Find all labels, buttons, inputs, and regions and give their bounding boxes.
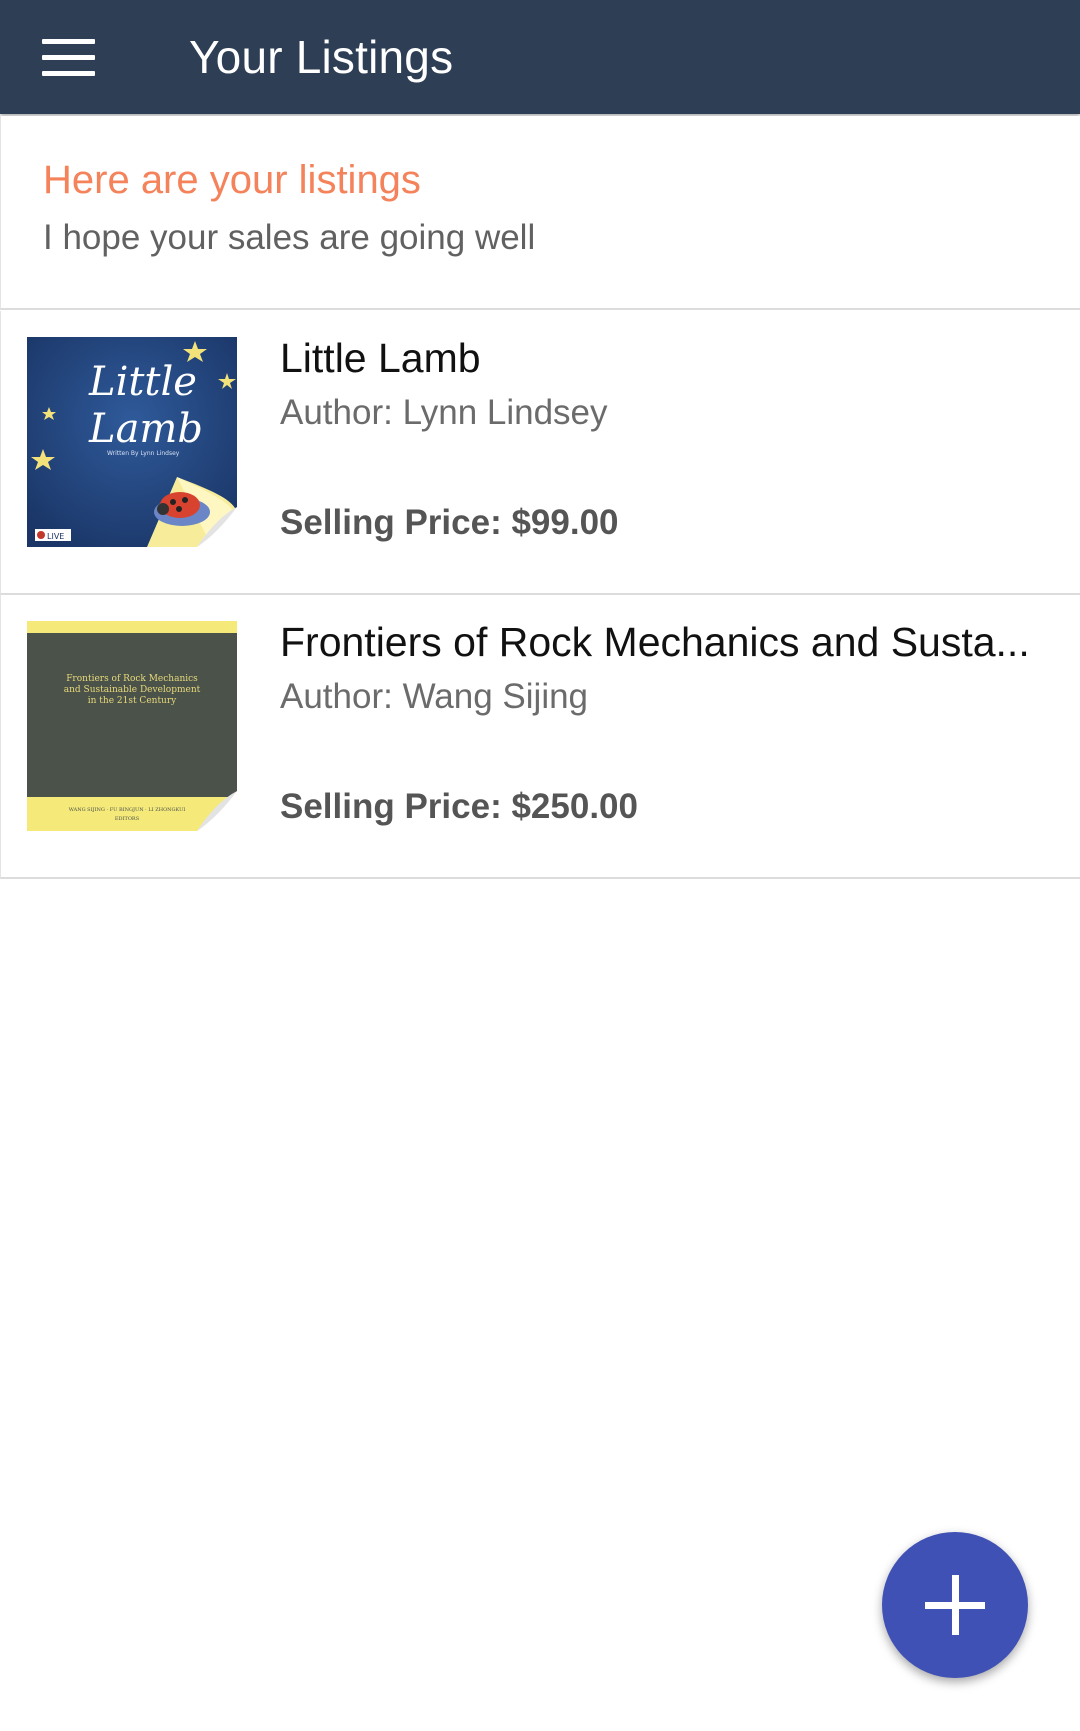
cover-text: in the 21st Century bbox=[88, 696, 177, 706]
toolbar: Your Listings bbox=[0, 0, 1080, 114]
cover-text: Lamb bbox=[88, 406, 203, 452]
listings-header-card: Here are your listings I hope your sales… bbox=[0, 116, 1080, 310]
cover-publisher: LIVE bbox=[47, 532, 64, 541]
add-listing-button[interactable] bbox=[882, 1532, 1028, 1678]
listing-author: Author: Wang Sijing bbox=[280, 677, 589, 716]
listing-title: Frontiers of Rock Mechanics and Susta... bbox=[280, 619, 1030, 665]
listing-author: Author: Lynn Lindsey bbox=[280, 393, 608, 432]
rock-mechanics-cover-art: Frontiers of Rock Mechanics and Sustaina… bbox=[27, 621, 237, 831]
listing-title: Little Lamb bbox=[280, 335, 481, 381]
listing-item[interactable]: Little Lamb Written By Lynn Lindsey LIVE… bbox=[0, 311, 1080, 595]
header-subtitle: I hope your sales are going well bbox=[43, 218, 536, 257]
little-lamb-cover-art: Little Lamb Written By Lynn Lindsey LIVE bbox=[27, 337, 237, 547]
listing-item[interactable]: Frontiers of Rock Mechanics and Sustaina… bbox=[0, 595, 1080, 879]
cover-editors: WANG SIJING · FU BINGJUN · LI ZHONGKUI bbox=[69, 807, 186, 813]
cover-text: and Sustainable Development bbox=[64, 685, 201, 695]
book-cover-image: Little Lamb Written By Lynn Lindsey LIVE bbox=[27, 337, 237, 547]
menu-bar bbox=[42, 38, 95, 44]
cover-editors-label: EDITORS bbox=[115, 816, 140, 822]
menu-bar bbox=[42, 54, 95, 60]
cover-text: Frontiers of Rock Mechanics bbox=[66, 674, 198, 684]
book-cover-image: Frontiers of Rock Mechanics and Sustaina… bbox=[27, 621, 237, 831]
page-title: Your Listings bbox=[189, 31, 454, 83]
header-title: Here are your listings bbox=[43, 158, 421, 202]
cover-text: Little bbox=[88, 359, 197, 405]
hamburger-menu-icon[interactable] bbox=[28, 22, 108, 92]
cover-byline: Written By Lynn Lindsey bbox=[107, 450, 180, 457]
menu-bar bbox=[42, 70, 95, 76]
app-root: Your Listings Here are your listings I h… bbox=[0, 0, 1080, 1731]
listing-price: Selling Price: $250.00 bbox=[280, 787, 638, 826]
listing-price: Selling Price: $99.00 bbox=[280, 503, 619, 542]
